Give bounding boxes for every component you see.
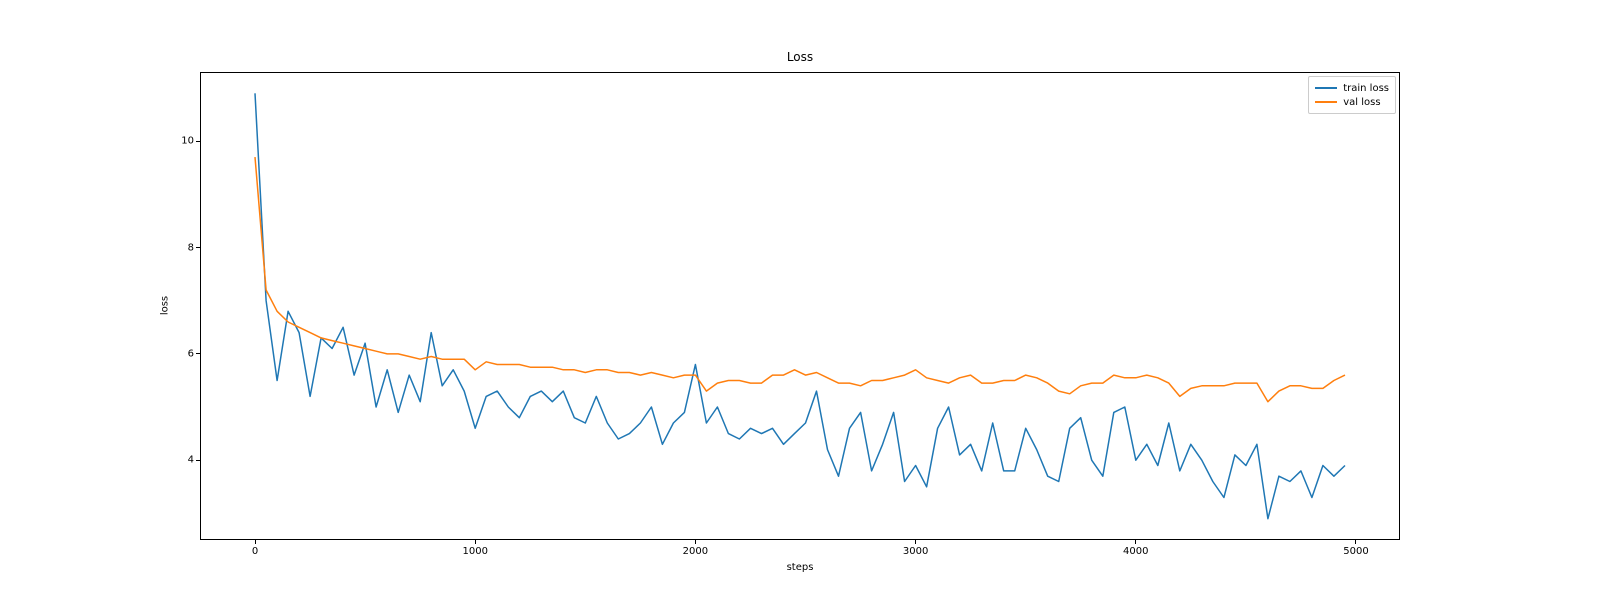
legend-entry: train loss [1315, 81, 1389, 95]
line-series-0 [255, 93, 1345, 518]
legend: train loss val loss [1308, 76, 1396, 114]
line-series-1 [255, 157, 1345, 402]
figure: Loss loss steps 010002000300040005000 46… [0, 0, 1600, 600]
legend-label: train loss [1343, 83, 1389, 94]
legend-label: val loss [1343, 97, 1380, 108]
legend-entry: val loss [1315, 95, 1389, 109]
legend-color-swatch [1315, 101, 1337, 103]
legend-color-swatch [1315, 87, 1337, 89]
